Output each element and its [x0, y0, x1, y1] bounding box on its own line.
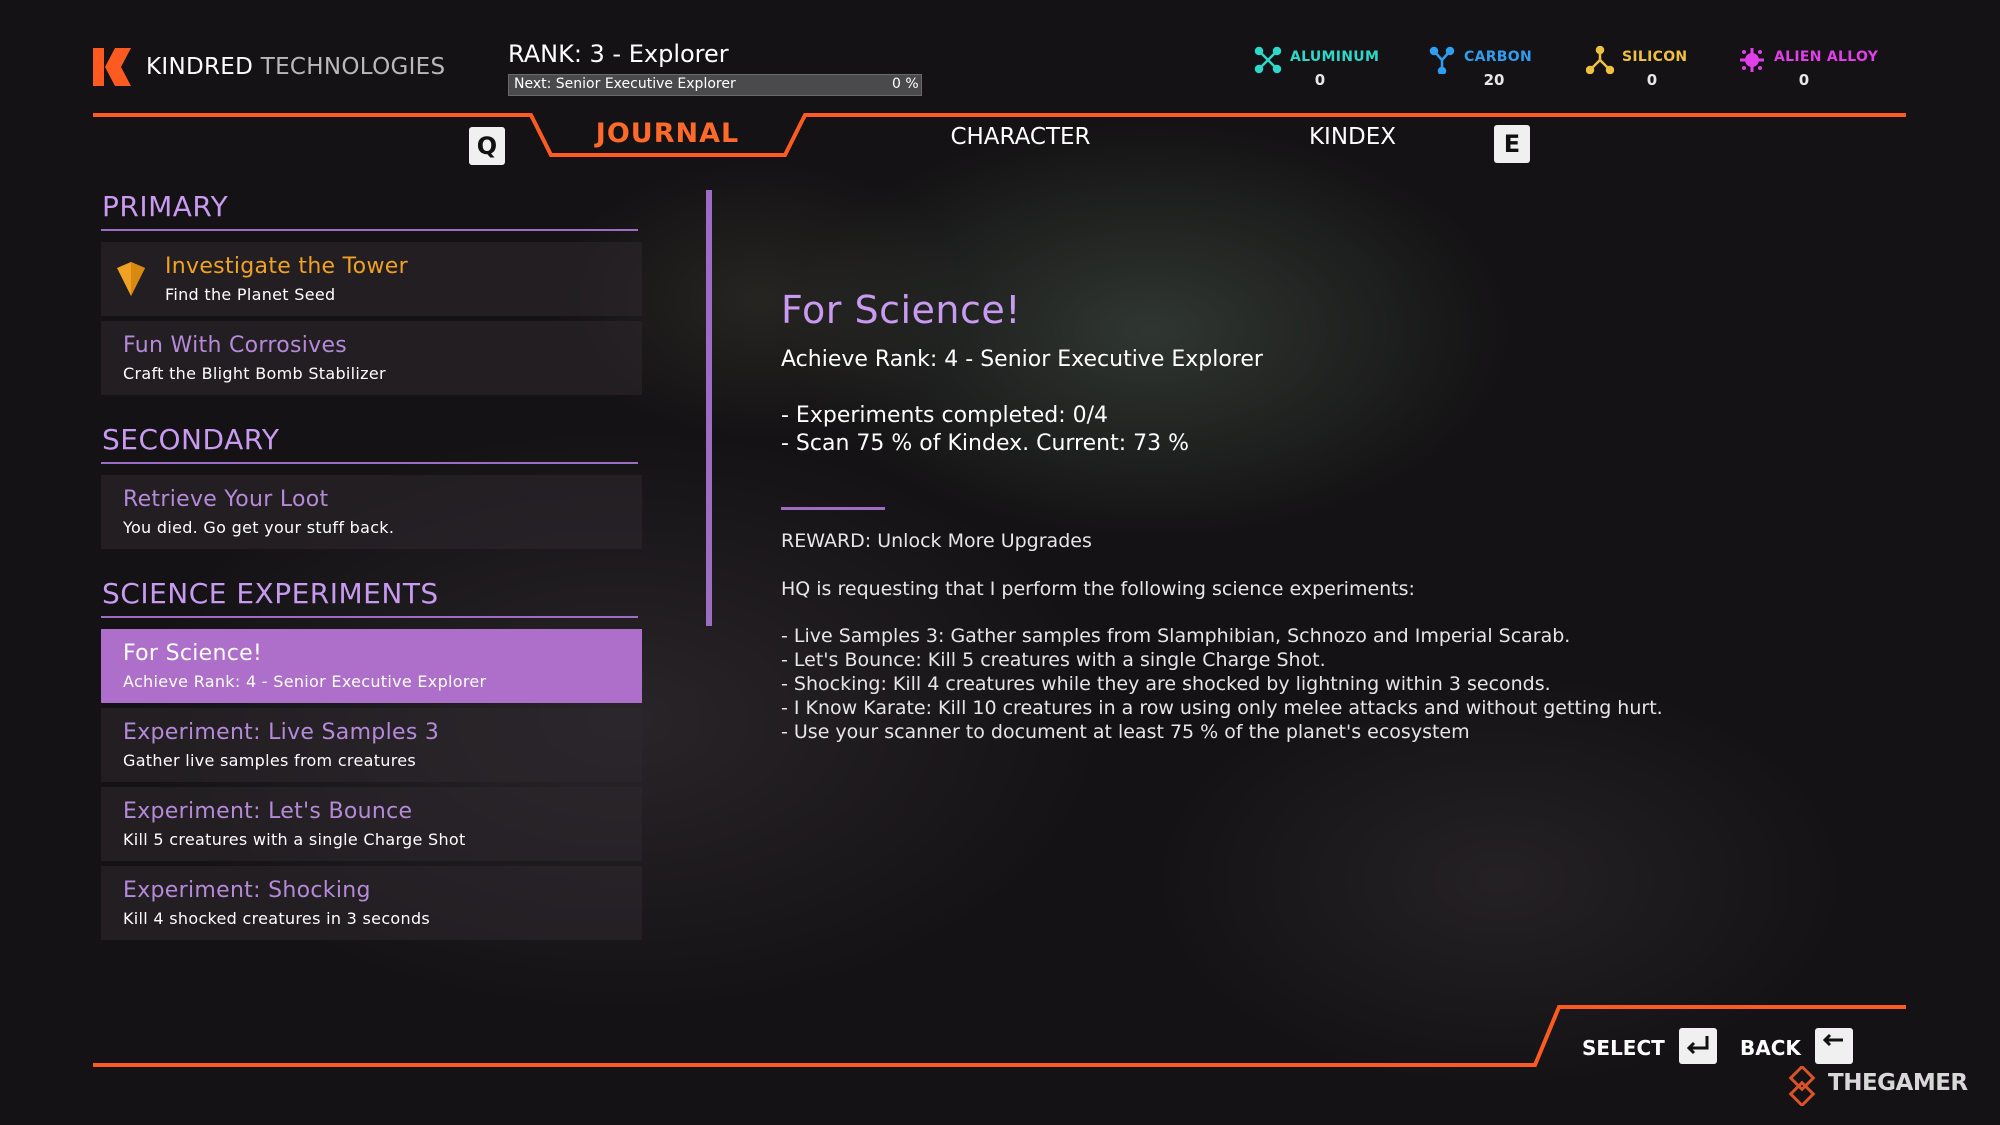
section-divider	[101, 229, 638, 231]
rank-next-label: Next: Senior Executive Explorer	[514, 76, 736, 92]
select-button[interactable]	[1679, 1028, 1717, 1064]
quest-objective: - Experiments completed: 0/4	[781, 403, 1109, 428]
quest-title: Fun With Corrosives	[123, 333, 348, 358]
quest-reward: REWARD: Unlock More Upgrades	[781, 530, 1092, 552]
quest-item-retrieve-your-loot[interactable]: Retrieve Your Loot You died. Go get your…	[101, 475, 642, 549]
back-button[interactable]	[1815, 1028, 1853, 1064]
quest-item-shocking[interactable]: Experiment: Shocking Kill 4 shocked crea…	[101, 866, 642, 940]
quest-item-lets-bounce[interactable]: Experiment: Let's Bounce Kill 5 creature…	[101, 787, 642, 861]
quest-item-investigate-the-tower[interactable]: Investigate the Tower Find the Planet Se…	[101, 242, 642, 316]
quest-title: Experiment: Let's Bounce	[123, 799, 413, 824]
section-divider	[101, 616, 638, 618]
quest-objective: - Scan 75 % of Kindex. Current: 73 %	[781, 431, 1190, 456]
prev-tab-key[interactable]: Q	[469, 127, 505, 165]
active-quest-marker-icon	[117, 262, 145, 296]
brand-name: KINDRED TECHNOLOGIES	[146, 54, 446, 80]
experiment-list-item: - I Know Karate: Kill 10 creatures in a …	[781, 697, 1663, 719]
back-label: BACK	[1740, 1036, 1801, 1060]
kindred-logo-icon	[93, 48, 131, 86]
select-label: SELECT	[1582, 1036, 1665, 1060]
watermark-text: THEGAMER	[1828, 1070, 1968, 1096]
silicon-icon	[1586, 46, 1614, 74]
quest-title: Investigate the Tower	[165, 254, 408, 279]
quest-subtitle: You died. Go get your stuff back.	[123, 518, 395, 537]
alien-alloy-icon	[1740, 48, 1764, 72]
quest-title: Experiment: Shocking	[123, 878, 371, 903]
enter-key-icon	[1686, 1036, 1709, 1055]
quest-subtitle: Craft the Blight Bomb Stabilizer	[123, 364, 386, 383]
resource-alien-alloy: ALIEN ALLOY 0	[1738, 46, 1888, 96]
tab-journal[interactable]: JOURNAL	[560, 118, 775, 149]
tab-character[interactable]: CHARACTER	[918, 124, 1123, 150]
quest-title: Experiment: Live Samples 3	[123, 720, 440, 745]
rank-progress-percent: 0 %	[892, 76, 919, 92]
thegamer-logo-icon	[1788, 1066, 1816, 1106]
section-divider	[101, 462, 638, 464]
section-heading-science-experiments: SCIENCE EXPERIMENTS	[102, 577, 439, 610]
quest-detail-title: For Science!	[781, 288, 1021, 332]
section-heading-primary: PRIMARY	[102, 190, 229, 223]
experiment-list-item: - Use your scanner to document at least …	[781, 721, 1470, 743]
resource-carbon: CARBON 20	[1428, 46, 1578, 96]
next-tab-key[interactable]: E	[1494, 125, 1530, 163]
experiment-list-item: - Shocking: Kill 4 creatures while they …	[781, 673, 1551, 695]
resource-silicon: SILICON 0	[1586, 46, 1736, 96]
quest-subtitle: Gather live samples from creatures	[123, 751, 417, 770]
quest-subtitle: Kill 5 creatures with a single Charge Sh…	[123, 830, 466, 849]
experiment-list-item: - Let's Bounce: Kill 5 creatures with a …	[781, 649, 1326, 671]
tab-kindex[interactable]: KINDEX	[1265, 124, 1440, 150]
panel-divider	[706, 190, 712, 626]
aluminum-icon	[1254, 46, 1282, 74]
detail-divider	[781, 507, 885, 510]
quest-subtitle: Kill 4 shocked creatures in 3 seconds	[123, 909, 431, 928]
quest-subtitle: Achieve Rank: 4 - Senior Executive Explo…	[123, 672, 487, 691]
resource-aluminum: ALUMINUM 0	[1254, 46, 1404, 96]
quest-item-live-samples-3[interactable]: Experiment: Live Samples 3 Gather live s…	[101, 708, 642, 782]
quest-title: Retrieve Your Loot	[123, 487, 329, 512]
quest-title: For Science!	[123, 641, 263, 666]
section-heading-secondary: SECONDARY	[102, 423, 280, 456]
carbon-icon	[1429, 46, 1455, 74]
experiment-list-item: - Live Samples 3: Gather samples from Sl…	[781, 625, 1571, 647]
backspace-key-icon	[1822, 1033, 1843, 1047]
quest-description: HQ is requesting that I perform the foll…	[781, 578, 1415, 600]
quest-detail-subtitle: Achieve Rank: 4 - Senior Executive Explo…	[781, 347, 1263, 372]
quest-item-fun-with-corrosives[interactable]: Fun With Corrosives Craft the Blight Bom…	[101, 321, 642, 395]
quest-item-for-science[interactable]: For Science! Achieve Rank: 4 - Senior Ex…	[101, 629, 642, 703]
rank-title: RANK: 3 - Explorer	[508, 40, 729, 68]
quest-subtitle: Find the Planet Seed	[165, 285, 336, 304]
